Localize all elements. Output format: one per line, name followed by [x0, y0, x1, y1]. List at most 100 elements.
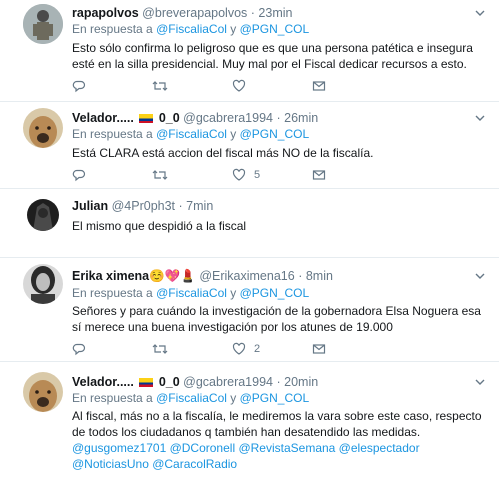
tweet-5[interactable]: Velador..... 0_0 @gcabrera1994 · 20min E… [0, 362, 499, 482]
avatar[interactable] [23, 372, 63, 412]
reply-and: y [230, 127, 237, 141]
retweet-icon [152, 344, 168, 354]
tweet-text: Al fiscal, más no a la fiscalía, le medi… [72, 408, 482, 472]
tweet-text: Señores y para cuándo la investigación d… [72, 303, 482, 335]
separator-dot: · [298, 269, 303, 283]
dm-button[interactable] [312, 167, 326, 183]
reply-button[interactable] [72, 78, 86, 94]
tweet-text-line: sí merece una buena investigación por lo… [72, 320, 393, 334]
like-icon [232, 168, 246, 181]
user-handle[interactable]: @Erikaximena16 [199, 269, 294, 283]
mention-link[interactable]: @PGN_COL [240, 286, 310, 300]
mention-link[interactable]: @PGN_COL [240, 22, 310, 36]
chevron-down-icon[interactable] [475, 271, 485, 281]
mention-links[interactable]: @NoticiasUno @CaracolRadio [72, 456, 482, 472]
reply-context: En respuesta a @FiscaliaCol y @PGN_COL [72, 286, 309, 300]
dm-button[interactable] [312, 341, 326, 357]
tweet-header: Erika ximena☺️💖💄 @Erikaximena16 · 8min [72, 269, 333, 284]
tweet-header: Julian @4Pr0ph3t · 7min [72, 199, 213, 213]
tweet-1[interactable]: rapapolvos @breverapapolvos · 23min En r… [0, 0, 499, 101]
chevron-down-icon[interactable] [475, 377, 485, 387]
like-count: 2 [254, 343, 261, 355]
timestamp[interactable]: 8min [306, 269, 333, 283]
avatar[interactable] [27, 199, 59, 231]
mention-link[interactable]: @FiscaliaCol [156, 22, 227, 36]
chevron-down-icon[interactable] [475, 8, 485, 18]
avatar[interactable] [23, 108, 63, 148]
timestamp[interactable]: 23min [258, 6, 292, 20]
retweet-button[interactable] [152, 78, 168, 94]
mention-link[interactable]: @FiscaliaCol [156, 286, 227, 300]
like-button[interactable]: 2 [232, 341, 260, 357]
display-name[interactable]: Velador..... [72, 375, 134, 389]
user-handle[interactable]: @breverapapolvos [142, 6, 247, 20]
separator-dot: · [178, 199, 183, 213]
mention-link[interactable]: @PGN_COL [240, 127, 310, 141]
user-handle[interactable]: @gcabrera1994 [183, 111, 273, 125]
tweet-2[interactable]: Velador..... 0_0 @gcabrera1994 · 26min E… [0, 102, 499, 188]
dm-icon [312, 170, 326, 180]
dm-button[interactable] [312, 78, 326, 94]
tweet-text-line: Está CLARA está accion del fiscal más NO… [72, 146, 374, 160]
retweet-icon [152, 81, 168, 91]
avatar[interactable] [23, 4, 63, 44]
name-emoji: ☺️💖💄 [149, 269, 196, 283]
display-name[interactable]: Velador..... [72, 111, 134, 125]
mention-links[interactable]: @gusgomez1701 @DCoronell @RevistaSemana … [72, 440, 482, 456]
flag-icon [139, 114, 154, 124]
tweet-3[interactable]: Julian @4Pr0ph3t · 7min El mismo que des… [0, 189, 499, 257]
display-name[interactable]: rapapolvos [72, 6, 139, 20]
retweet-icon [152, 170, 168, 180]
tweet-text-line: El mismo que despidió a la fiscal [72, 219, 247, 233]
display-name[interactable]: Julian [72, 199, 108, 213]
reply-and: y [230, 22, 237, 36]
tweet-header: Velador..... 0_0 @gcabrera1994 · 26min [72, 111, 318, 125]
timestamp[interactable]: 7min [186, 199, 213, 213]
display-name-suffix: 0_0 [158, 375, 180, 389]
dm-icon [312, 81, 326, 91]
reply-prefix: En respuesta a [72, 391, 153, 405]
separator-dot: · [276, 375, 281, 389]
mention-link[interactable]: @FiscaliaCol [156, 127, 227, 141]
display-name-suffix: 0_0 [158, 111, 180, 125]
retweet-button[interactable] [152, 341, 168, 357]
like-count: 5 [254, 169, 261, 181]
tweet-text-line: de todos los ciudadanos q también han de… [72, 425, 421, 439]
user-handle[interactable]: @4Pr0ph3t [112, 199, 175, 213]
reply-button[interactable] [72, 341, 86, 357]
reply-context: En respuesta a @FiscaliaCol y @PGN_COL [72, 391, 309, 405]
tweet-text-line: Esto sólo confirma lo peligroso que es q… [72, 41, 473, 55]
reply-context: En respuesta a @FiscaliaCol y @PGN_COL [72, 127, 309, 141]
dm-icon [312, 344, 326, 354]
reply-and: y [230, 286, 237, 300]
retweet-button[interactable] [152, 167, 168, 183]
like-icon [232, 79, 246, 92]
tweet-text: Esto sólo confirma lo peligroso que es q… [72, 40, 482, 72]
tweet-header: Velador..... 0_0 @gcabrera1994 · 20min [72, 375, 318, 389]
reply-prefix: En respuesta a [72, 286, 153, 300]
chevron-down-icon[interactable] [475, 113, 485, 123]
separator-dot: · [250, 6, 255, 20]
reply-and: y [230, 391, 237, 405]
tweet-text-line: Al fiscal, más no a la fiscalía, le medi… [72, 409, 482, 423]
tweet-header: rapapolvos @breverapapolvos · 23min [72, 6, 292, 20]
display-name[interactable]: Erika ximena [72, 269, 149, 283]
user-handle[interactable]: @gcabrera1994 [183, 375, 273, 389]
tweet-text-line: Señores y para cuándo la investigación d… [72, 304, 481, 318]
tweet-text: El mismo que despidió a la fiscal [72, 218, 482, 234]
tweet-4[interactable]: Erika ximena☺️💖💄 @Erikaximena16 · 8min E… [0, 258, 499, 361]
timestamp[interactable]: 26min [284, 111, 318, 125]
like-button[interactable]: 5 [232, 167, 260, 183]
reply-icon [72, 80, 86, 93]
reply-icon [72, 169, 86, 182]
tweet-text-line: esté en la silla presidencial. Muy mal p… [72, 57, 467, 71]
like-button[interactable] [232, 78, 246, 94]
reply-icon [72, 343, 86, 356]
reply-button[interactable] [72, 167, 86, 183]
flag-icon [139, 378, 154, 388]
timestamp[interactable]: 20min [284, 375, 318, 389]
mention-link[interactable]: @FiscaliaCol [156, 391, 227, 405]
tweet-actions: 2 [72, 341, 372, 357]
avatar[interactable] [23, 264, 63, 304]
mention-link[interactable]: @PGN_COL [240, 391, 310, 405]
